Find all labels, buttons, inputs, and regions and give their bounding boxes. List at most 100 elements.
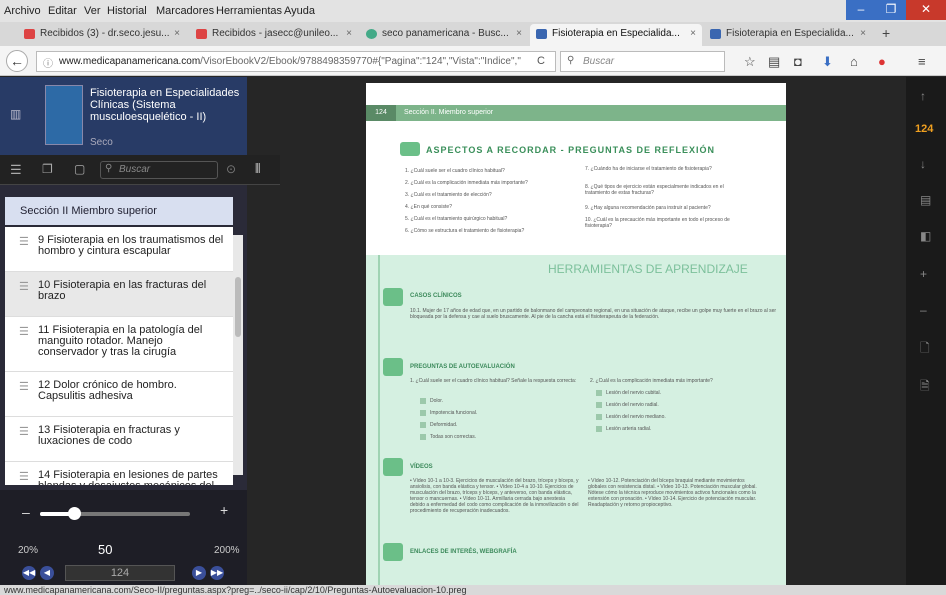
links-title: ENLACES DE INTERÉS, WEBGRAFÍA xyxy=(410,549,517,555)
export-icon[interactable]: 🗎 xyxy=(920,377,930,398)
pocket-icon[interactable]: ◘ xyxy=(794,54,802,69)
clinical-cases-icon xyxy=(383,288,403,306)
zoom-panel: – + 20% 50 200% ◀◀ ◀ 124 ▶ ▶▶ xyxy=(0,490,247,585)
reflection-q3: 3. ¿Cuál es el tratamiento de elección? xyxy=(405,192,492,198)
first-page-button[interactable]: ◀◀ xyxy=(22,566,36,580)
zoom-slider-handle[interactable] xyxy=(68,507,81,520)
menu-marcadores[interactable]: Marcadores xyxy=(156,5,214,17)
timeline-line xyxy=(378,255,380,585)
maximize-button[interactable]: ❐ xyxy=(876,0,906,20)
tab-gmail-1[interactable]: Recibidos (3) - dr.seco.jesu... × xyxy=(18,24,186,46)
zoom-out-button[interactable]: – xyxy=(22,504,30,520)
notes-icon[interactable]: ▢ xyxy=(74,162,85,176)
menu-historial[interactable]: Historial xyxy=(107,5,147,17)
pinterest-icon[interactable]: ● xyxy=(878,54,886,69)
toc-item-11[interactable]: ☰ 11 Fisioterapia en la patología del man… xyxy=(5,317,233,372)
find-in-book-input[interactable]: ⚲ Buscar xyxy=(100,161,218,179)
close-tab-icon[interactable]: × xyxy=(860,28,866,39)
answer-checkbox[interactable] xyxy=(420,434,426,440)
self-q2[interactable]: 2. ¿Cuál es la complicación inmediata má… xyxy=(590,378,760,384)
reading-list-icon[interactable]: ▤ xyxy=(768,54,780,70)
arrow-down-icon[interactable]: ↓ xyxy=(920,157,926,171)
toc-item-12[interactable]: ☰ 12 Dolor crónico de hombro. Capsulitis … xyxy=(5,372,233,417)
menu-archivo[interactable]: Archivo xyxy=(4,5,41,17)
tab-gmail-2[interactable]: Recibidos - jasecc@unileo... × xyxy=(190,24,358,46)
section-header[interactable]: Sección II Miembro superior xyxy=(5,197,233,225)
last-page-button[interactable]: ▶▶ xyxy=(210,566,224,580)
toc-item-14[interactable]: ☰ 14 Fisioterapia en lesiones de partes b… xyxy=(5,462,233,486)
settings-sliders-icon[interactable]: ⫴ xyxy=(255,161,260,177)
arrow-up-icon[interactable]: ↑ xyxy=(920,89,926,103)
close-window-button[interactable]: ✕ xyxy=(906,0,946,20)
menu-editar[interactable]: Editar xyxy=(48,5,77,17)
videos-left[interactable]: • Vídeo 10-1 a 10-3. Ejercicios de muscu… xyxy=(410,478,580,514)
learning-tools-title: HERRAMIENTAS DE APRENDIZAJE xyxy=(548,262,748,276)
menu-ayuda[interactable]: Ayuda xyxy=(284,5,315,17)
tab-ebook-active[interactable]: Fisioterapia en Especialida... × xyxy=(530,24,702,46)
zoom-out-icon[interactable]: – xyxy=(920,303,927,317)
download-icon[interactable]: ⬇ xyxy=(822,54,833,70)
page-number: 124 xyxy=(366,105,396,121)
answer-checkbox[interactable] xyxy=(596,426,602,432)
answer-checkbox[interactable] xyxy=(420,410,426,416)
search-input[interactable]: ⚲ Buscar xyxy=(560,51,725,72)
answer-checkbox[interactable] xyxy=(596,414,602,420)
menu-icon[interactable]: ≡ xyxy=(918,54,926,69)
answer-checkbox[interactable] xyxy=(420,398,426,404)
reload-icon[interactable]: C xyxy=(537,55,545,67)
menu-herramientas[interactable]: Herramientas xyxy=(216,5,282,17)
close-tab-icon[interactable]: × xyxy=(690,28,696,39)
new-tab-button[interactable]: + xyxy=(882,25,890,41)
aspects-title: ASPECTOS A RECORDAR - PREGUNTAS DE REFLE… xyxy=(426,145,716,155)
toc-item-9[interactable]: ☰ 9 Fisioterapia en los traumatismos del … xyxy=(5,227,233,272)
zoom-in-button[interactable]: + xyxy=(220,502,228,518)
check-icon xyxy=(383,358,403,376)
answer-checkbox[interactable] xyxy=(420,422,426,428)
tab-google-search[interactable]: seco panamericana - Busc... × xyxy=(360,24,528,46)
next-page-button[interactable]: ▶ xyxy=(192,566,206,580)
self-q1[interactable]: 1. ¿Cuál suele ser el cuadro clínico hab… xyxy=(410,378,580,384)
minimize-button[interactable]: – xyxy=(846,0,876,20)
tab-label: Recibidos (3) - dr.seco.jesu... xyxy=(40,28,170,39)
q2-option-b: Lesión del nervio radial. xyxy=(606,402,659,408)
status-bar-url: www.medicapanamericana.com/Seco-II/pregu… xyxy=(0,585,946,595)
address-bar[interactable]: ⓘ www.medicapanamericana.com/VisorEbookV… xyxy=(36,51,556,72)
answer-checkbox[interactable] xyxy=(596,390,602,396)
answer-checkbox[interactable] xyxy=(596,402,602,408)
bookmark-star-icon[interactable]: ☆ xyxy=(744,54,756,70)
home-icon[interactable]: ⌂ xyxy=(850,54,858,69)
page-number-input[interactable]: 124 xyxy=(65,565,175,581)
clear-icon[interactable]: ⊙ xyxy=(226,162,236,176)
close-tab-icon[interactable]: × xyxy=(174,28,180,39)
menu-ver[interactable]: Ver xyxy=(84,5,101,17)
info-icon[interactable]: ⓘ xyxy=(43,55,53,70)
google-icon xyxy=(366,29,377,39)
pages-icon[interactable]: ❐ xyxy=(42,162,53,176)
list-icon: ☰ xyxy=(19,236,29,248)
list-icon[interactable]: ☰ xyxy=(10,162,22,178)
videos-right[interactable]: • Vídeo 10-12. Potenciación del bíceps b… xyxy=(588,478,763,508)
zoom-in-icon[interactable]: + xyxy=(920,267,927,281)
q2-option-d: Lesión arteria radial. xyxy=(606,426,652,432)
toc-label: 10 Fisioterapia en las fracturas del bra… xyxy=(38,279,207,302)
tab-ebook[interactable]: Fisioterapia en Especialida... × xyxy=(704,24,872,46)
prev-page-button[interactable]: ◀ xyxy=(40,566,54,580)
toc-item-10[interactable]: ☰ 10 Fisioterapia en las fracturas del br… xyxy=(5,272,233,317)
document-icon[interactable]: 🗋 xyxy=(920,339,930,360)
toc-label: 11 Fisioterapia en la patología del mang… xyxy=(38,324,203,358)
back-button[interactable]: ← xyxy=(6,50,28,72)
toc-item-13[interactable]: ☰ 13 Fisioterapia en fracturas y luxacion… xyxy=(5,417,233,462)
book-title: Fisioterapia en Especialidades Clínicas … xyxy=(90,87,240,123)
reflection-q4: 4. ¿En qué consiste? xyxy=(405,204,452,210)
close-tab-icon[interactable]: × xyxy=(346,28,352,39)
book-cover xyxy=(45,85,83,145)
library-icon[interactable]: ▥ xyxy=(10,107,21,121)
bookmark-icon[interactable]: ▤ xyxy=(920,193,931,207)
book-icon xyxy=(536,29,547,39)
play-icon xyxy=(383,458,403,476)
toc-scrollbar[interactable] xyxy=(233,235,243,475)
clinical-case-text[interactable]: 10.1. Mujer de 17 años de edad que, en u… xyxy=(410,308,778,320)
toc-scrollbar-thumb[interactable] xyxy=(235,277,241,337)
close-tab-icon[interactable]: × xyxy=(516,28,522,39)
highlight-icon[interactable]: ◧ xyxy=(920,229,931,243)
